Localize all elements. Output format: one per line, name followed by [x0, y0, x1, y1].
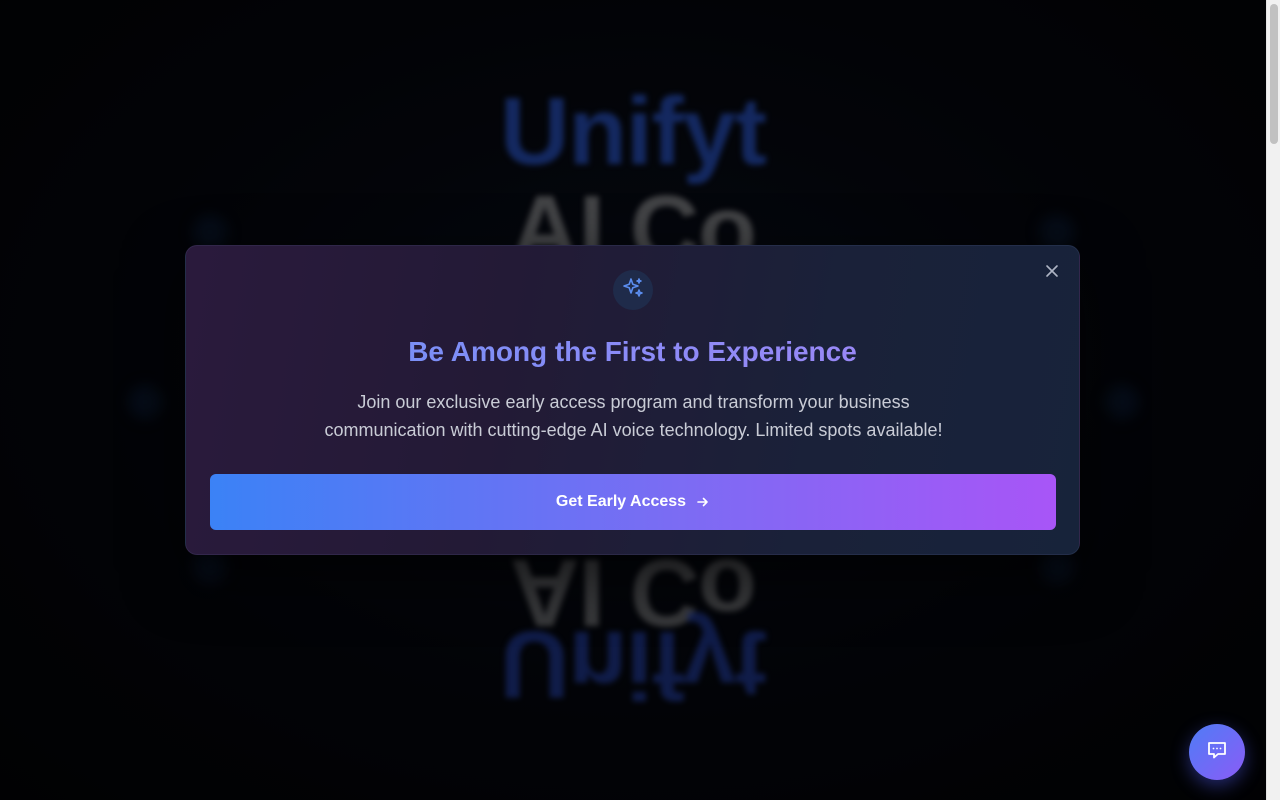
close-icon [1045, 264, 1059, 283]
modal-description: Join our exclusive early access program … [324, 392, 943, 440]
scrollbar-thumb[interactable] [1270, 4, 1278, 144]
chat-icon [1205, 738, 1229, 767]
modal-title: Be Among the First to Experience [186, 334, 1079, 370]
arrow-right-icon [696, 496, 710, 508]
cta-label: Get Early Access [555, 493, 687, 510]
close-button[interactable] [1042, 263, 1062, 283]
page-scrollbar[interactable] [1266, 0, 1280, 800]
early-access-modal: Be Among the First to Experience Join ou… [185, 245, 1080, 555]
page: Unifyt AI Co AI Co Unifyt Be Among the F [0, 0, 1280, 800]
chat-button[interactable] [1189, 724, 1245, 780]
get-early-access-button[interactable]: Get Early Access [210, 474, 1056, 530]
sparkles-icon [621, 276, 645, 305]
sparkles-badge [613, 270, 653, 310]
